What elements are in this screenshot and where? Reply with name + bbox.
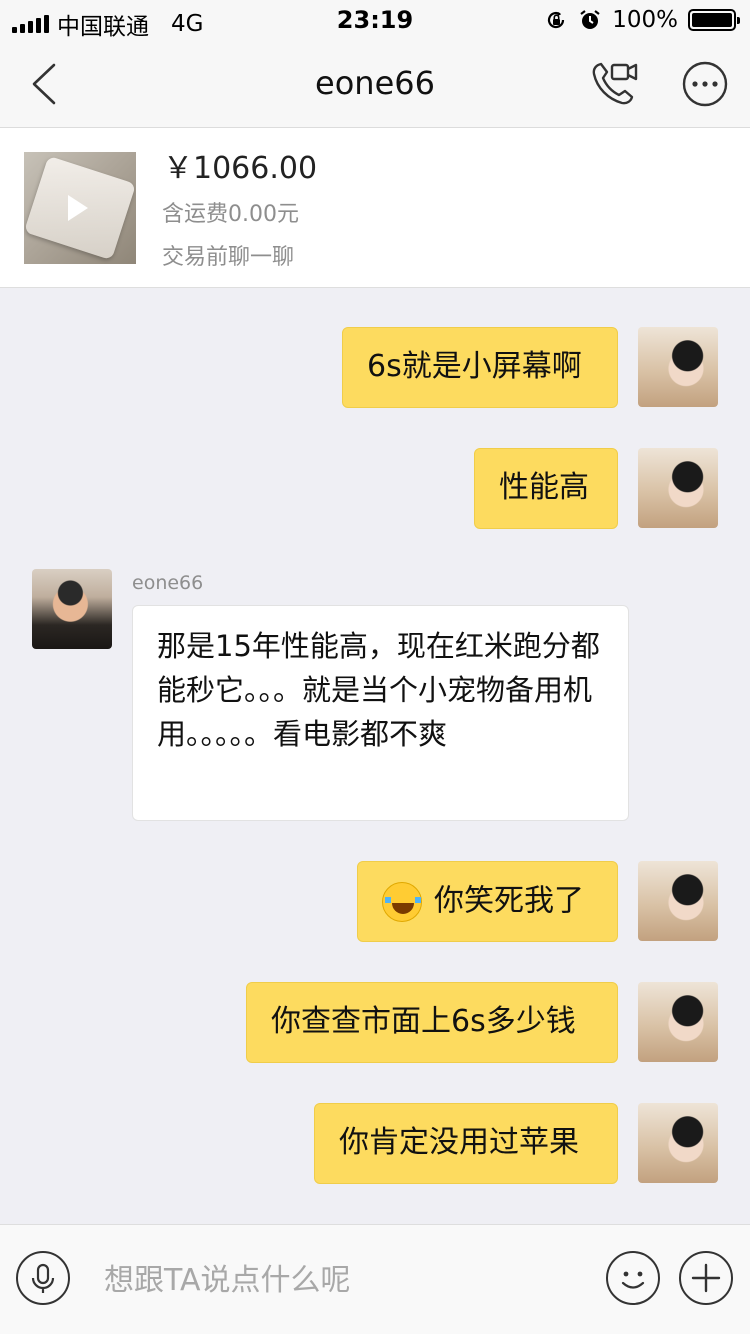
avatar[interactable] [32,569,112,649]
video-call-icon[interactable] [590,60,640,108]
plus-icon[interactable] [679,1251,733,1305]
play-icon [68,195,88,221]
sender-name: eone66 [132,572,204,594]
message-bubble[interactable]: 性能高 [474,448,618,529]
shipping-fee: 含运费0.00元 [162,202,299,227]
product-price: ￥1066.00 [163,151,318,186]
message-bubble[interactable]: 你查查市面上6s多少钱 [246,982,618,1063]
message-text: 你肯定没用过苹果 [339,1125,579,1160]
status-bar: 中国联通 4G 23:19 100% [0,0,750,40]
message-text: 你笑死我了 [434,883,584,919]
battery-percent: 100% [612,7,678,33]
message-bubble[interactable]: 那是15年性能高，现在红米跑分都能秒它。。。就是当个小宠物备用机用。。。。。看电… [132,605,629,821]
avatar[interactable] [638,982,718,1062]
message-text: 那是15年性能高，现在红米跑分都能秒它。。。就是当个小宠物备用机用。。。。。看电… [157,629,600,751]
laughing-tears-emoji [382,881,422,922]
nav-bar: eone66 [0,40,750,128]
avatar[interactable] [638,448,718,528]
microphone-icon[interactable] [16,1251,70,1305]
message-bubble[interactable]: 6s就是小屏幕啊 [342,327,618,408]
input-bar: 想跟TA说点什么呢 [0,1224,750,1334]
rotation-lock-icon [548,11,565,29]
message-text: 你查查市面上6s多少钱 [271,1004,576,1039]
status-right: 100% [544,7,740,33]
emoji-icon[interactable] [606,1251,660,1305]
battery-icon [688,9,740,31]
more-icon[interactable] [682,61,728,107]
chat-hint: 交易前聊一聊 [162,245,295,270]
message-text: 性能高 [499,470,589,505]
product-card[interactable] [0,128,750,288]
message-bubble[interactable]: 你肯定没用过苹果 [314,1103,618,1184]
message-bubble[interactable]: 你笑死我了 [357,861,618,942]
avatar[interactable] [638,327,718,407]
avatar[interactable] [638,1103,718,1183]
product-thumbnail[interactable] [24,152,136,264]
avatar[interactable] [638,861,718,941]
alarm-icon [580,10,600,29]
message-text: 6s就是小屏幕啊 [367,349,582,384]
message-input[interactable]: 想跟TA说点什么呢 [104,1255,351,1299]
